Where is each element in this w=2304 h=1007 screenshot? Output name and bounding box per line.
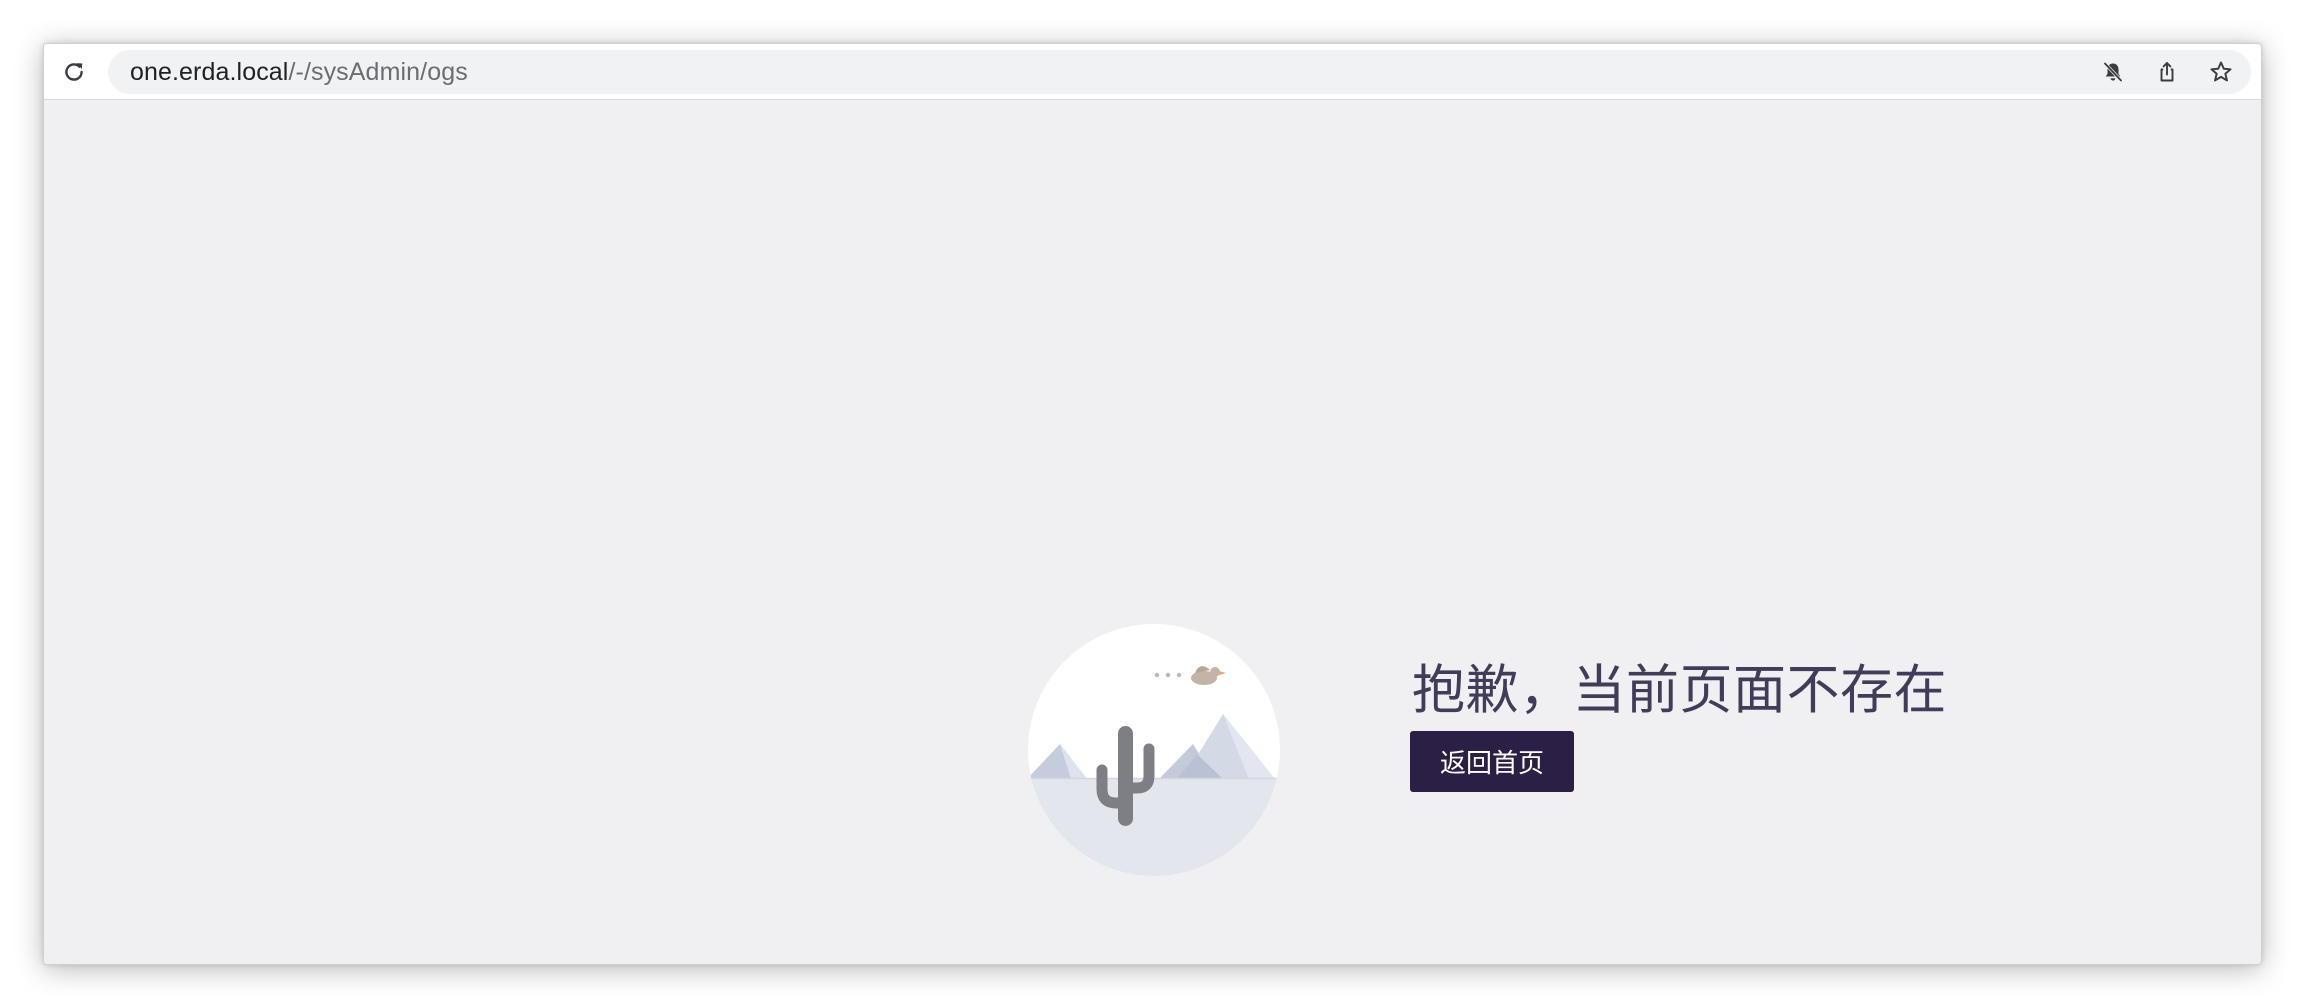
back-to-home-button[interactable]: 返回首页 [1410,731,1574,792]
reload-icon [65,63,83,81]
url-path: /-/sysAdmin/ogs [288,57,468,86]
reload-button[interactable] [56,54,92,90]
star-icon [2210,61,2232,82]
notifications-blocked-button[interactable] [2095,54,2131,90]
browser-window: one.erda.local/-/sysAdmin/ogs 抱歉，当前页面不存在… [43,43,2262,965]
page-content: 抱歉，当前页面不存在 返回首页 [44,100,2261,964]
share-icon [2160,62,2174,82]
not-found-message: 抱歉，当前页面不存在 [1412,660,1947,721]
address-bar[interactable]: one.erda.local/-/sysAdmin/ogs [108,50,2251,94]
desert-cactus-illustration [1028,624,1280,876]
bell-off-icon [2103,62,2123,82]
address-bar-actions [2095,54,2239,90]
address-url[interactable]: one.erda.local/-/sysAdmin/ogs [130,58,468,87]
share-button[interactable] [2149,54,2185,90]
browser-toolbar: one.erda.local/-/sysAdmin/ogs [44,44,2261,100]
url-host: one.erda.local [130,57,289,86]
bookmark-button[interactable] [2203,54,2239,90]
